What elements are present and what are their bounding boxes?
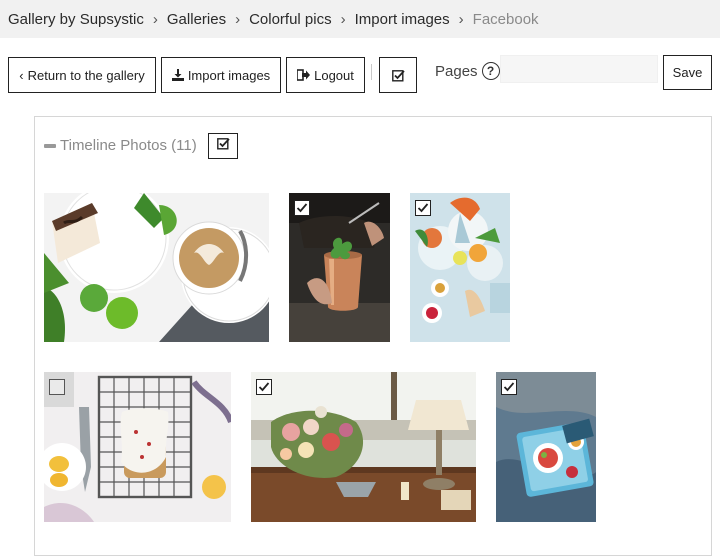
checkmark-icon [296,203,308,213]
breadcrumb-separator-icon: › [458,10,464,28]
pages-label: Pages [435,62,478,80]
section-header[interactable]: Timeline Photos (11) [44,137,197,154]
photo-image [251,372,476,522]
photo-checkbox[interactable] [415,200,431,216]
import-images-button[interactable]: Import images [161,57,281,93]
checkbox-checked-icon [391,69,405,82]
photo-thumbnail[interactable] [251,372,476,522]
return-to-gallery-button[interactable]: ‹ Return to the gallery [8,57,156,93]
photo-checkbox[interactable] [256,379,272,395]
save-label: Save [672,65,703,80]
collapse-icon[interactable] [44,143,56,148]
section-select-all-button[interactable] [208,133,238,159]
breadcrumb-separator-icon: › [340,10,346,28]
return-to-gallery-label: Return to the gallery [27,67,145,83]
logout-icon [297,69,311,81]
photo-checkbox[interactable] [501,379,517,395]
download-icon [171,69,184,81]
photo-thumbnail[interactable] [289,193,390,342]
photo-checkbox[interactable] [294,200,310,216]
breadcrumb-facebook: Facebook [472,10,539,28]
checkmark-icon [417,203,429,213]
photo-image [44,193,269,342]
pages-input[interactable] [500,55,658,83]
checkmark-icon [258,382,270,392]
breadcrumb-galleries[interactable]: Galleries [167,11,226,28]
select-all-button[interactable] [379,57,417,93]
save-button[interactable]: Save [663,55,712,90]
import-images-label: Import images [187,67,271,83]
breadcrumb-separator-icon: › [235,10,241,28]
logout-label: Logout [314,67,354,83]
photo-checkbox[interactable] [49,379,65,395]
logout-button[interactable]: Logout [286,57,365,93]
toolbar-divider [371,64,372,80]
checkmark-icon [503,382,515,392]
breadcrumb-import-images[interactable]: Import images [355,11,450,28]
photo-thumbnail[interactable] [44,193,269,342]
question-circle-icon[interactable]: ? [481,62,500,80]
section-title: Timeline Photos (11) [60,137,197,154]
breadcrumb-colorful-pics[interactable]: Colorful pics [249,11,332,28]
checkbox-checked-icon [216,137,230,155]
breadcrumb-gallery-by-supsystic[interactable]: Gallery by Supsystic [8,11,144,28]
photo-thumbnail[interactable] [410,193,510,342]
breadcrumb: Gallery by Supsystic › Galleries › Color… [0,0,720,38]
pages-label-group: Pages ? [435,62,500,80]
photo-thumbnail[interactable] [44,372,231,522]
breadcrumb-separator-icon: › [152,10,158,28]
chevron-left-icon: ‹ [19,67,24,83]
photo-image [44,372,231,522]
photo-thumbnail[interactable] [496,372,596,522]
